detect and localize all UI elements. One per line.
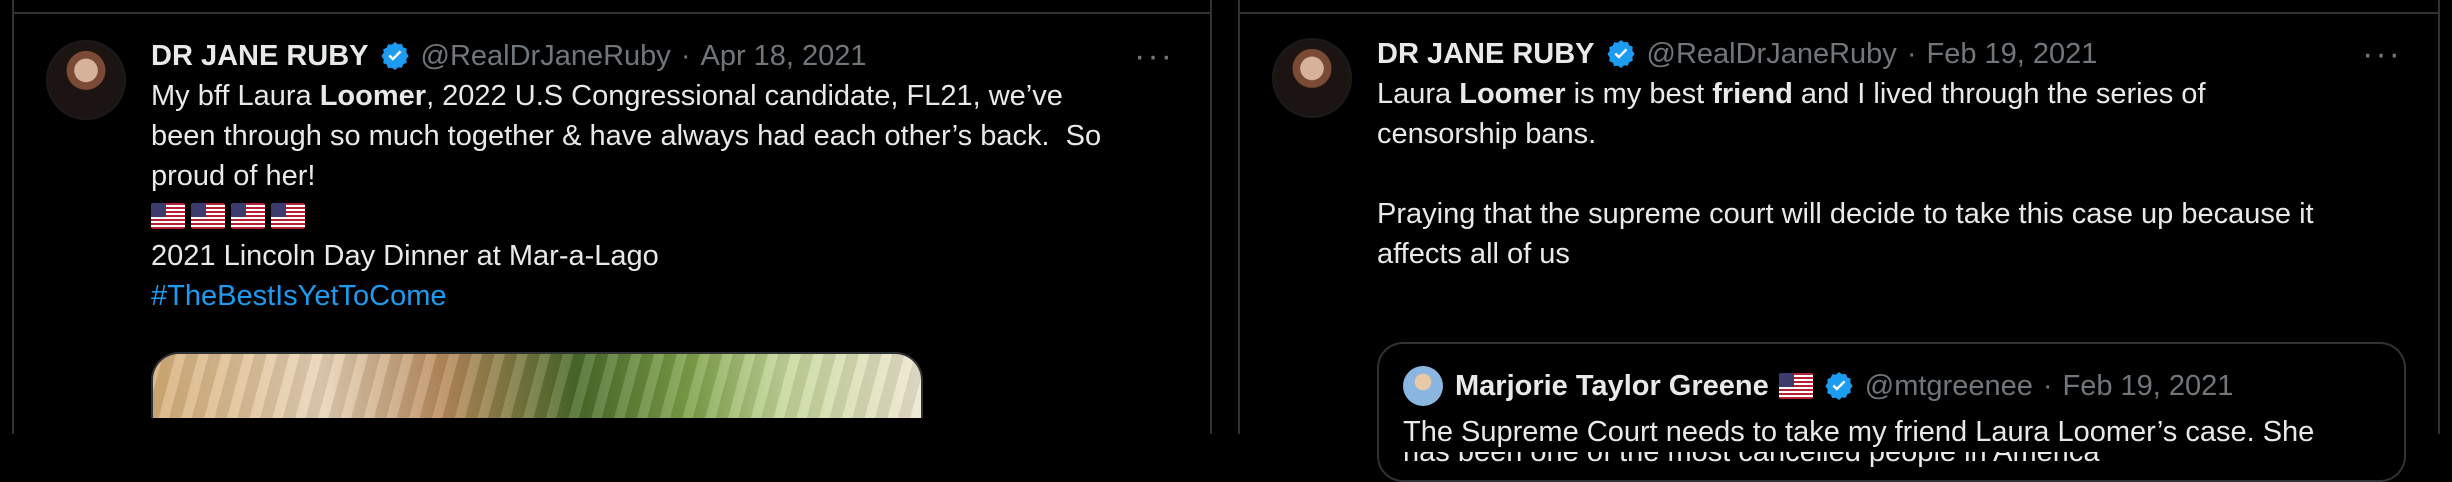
- text-line: been through so much together & have alw…: [151, 120, 1102, 152]
- flag-row: [151, 196, 1178, 236]
- us-flag-icon: [271, 203, 305, 229]
- us-flag-icon: [151, 203, 185, 229]
- quote-author-handle[interactable]: @mtgreenee: [1865, 370, 2033, 403]
- quote-text-line: has been one of the most cancelled peopl…: [1403, 452, 2100, 468]
- timeline: DR JANE RUBY @RealDrJaneRuby · Apr 18, 2…: [0, 0, 2452, 482]
- author-handle[interactable]: @RealDrJaneRuby: [421, 40, 671, 73]
- avatar[interactable]: [1272, 38, 1352, 118]
- us-flag-icon: [191, 203, 225, 229]
- tweet-text: Laura Loomer is my best friend and I liv…: [1377, 74, 2406, 274]
- text-line: My bff Laura Loomer, 2022 U.S Congressio…: [151, 76, 1178, 116]
- text-line: censorship bans.: [1377, 118, 1597, 150]
- verified-badge-icon: [1606, 40, 1635, 68]
- tweet-photo[interactable]: [151, 352, 923, 418]
- text-bold: Loomer: [1459, 78, 1566, 110]
- hashtag-link[interactable]: #TheBestIsYetToCome: [151, 276, 1178, 316]
- tweet-card-left[interactable]: DR JANE RUBY @RealDrJaneRuby · Apr 18, 2…: [12, 0, 1212, 434]
- us-flag-icon: [1778, 373, 1813, 399]
- text-bold: Loomer: [319, 80, 427, 112]
- blank-line: ​: [1377, 154, 2406, 194]
- text-line: Praying that the supreme court will deci…: [1377, 198, 2314, 230]
- avatar[interactable]: [46, 40, 126, 120]
- tweet-header: DR JANE RUBY @RealDrJaneRuby · Apr 18, 2…: [151, 36, 1178, 76]
- quoted-tweet[interactable]: Marjorie Taylor Greene @mtgreenee · Feb …: [1377, 342, 2406, 482]
- separator: ·: [2042, 369, 2053, 402]
- quote-avatar[interactable]: [1403, 366, 1443, 406]
- text-segment: My bff Laura: [151, 80, 320, 112]
- quote-text: The Supreme Court needs to take my frien…: [1403, 416, 2315, 448]
- divider: [14, 12, 1210, 14]
- tweet-card-right[interactable]: DR JANE RUBY @RealDrJaneRuby · Feb 19, 2…: [1238, 0, 2440, 482]
- separator: ·: [1906, 37, 1917, 70]
- quote-header: Marjorie Taylor Greene @mtgreenee · Feb …: [1403, 366, 2233, 406]
- text-line: proud of her!: [151, 160, 316, 192]
- text-segment: , 2022 U.S Congressional candidate, FL21…: [426, 80, 1063, 112]
- us-flag-icon: [231, 203, 265, 229]
- author-name[interactable]: DR JANE RUBY: [151, 40, 369, 73]
- separator: ·: [680, 39, 691, 72]
- author-handle[interactable]: @RealDrJaneRuby: [1647, 38, 1897, 71]
- text-bold: friend: [1712, 78, 1793, 110]
- divider: [1240, 12, 2438, 14]
- text-segment: and I lived through the series of: [1792, 78, 2206, 110]
- quote-date[interactable]: Feb 19, 2021: [2063, 370, 2234, 403]
- quote-author-name[interactable]: Marjorie Taylor Greene: [1455, 370, 1769, 403]
- tweet-date[interactable]: Apr 18, 2021: [700, 40, 866, 73]
- tweet-header: DR JANE RUBY @RealDrJaneRuby · Feb 19, 2…: [1377, 34, 2406, 74]
- more-icon[interactable]: ···: [2362, 34, 2402, 74]
- text-line: Laura Loomer is my best friend and I liv…: [1377, 74, 2406, 114]
- tweet-date[interactable]: Feb 19, 2021: [1926, 38, 2097, 71]
- more-icon[interactable]: ···: [1134, 36, 1174, 76]
- text-line: 2021 Lincoln Day Dinner at Mar-a-Lago: [151, 240, 659, 272]
- verified-badge-icon: [1825, 372, 1853, 400]
- text-segment: Laura: [1377, 78, 1460, 110]
- text-segment: is my best: [1565, 78, 1713, 110]
- author-name[interactable]: DR JANE RUBY: [1377, 38, 1595, 71]
- text-line: affects all of us: [1377, 238, 1570, 270]
- column-gap: [1212, 0, 1238, 434]
- tweet-body: DR JANE RUBY @RealDrJaneRuby · Apr 18, 2…: [151, 36, 1178, 316]
- verified-badge-icon: [380, 42, 409, 70]
- quote-text-clipped: has been one of the most cancelled peopl…: [1403, 452, 2380, 472]
- tweet-body: DR JANE RUBY @RealDrJaneRuby · Feb 19, 2…: [1377, 34, 2406, 482]
- tweet-text: My bff Laura Loomer, 2022 U.S Congressio…: [151, 76, 1178, 316]
